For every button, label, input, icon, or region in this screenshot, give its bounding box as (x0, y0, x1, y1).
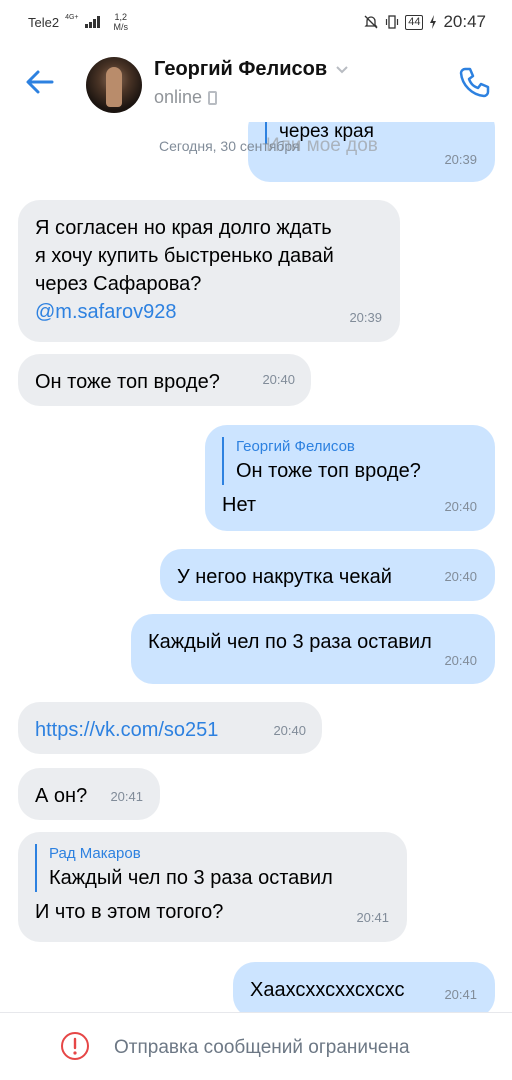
contact-name-text: Георгий Фелисов (154, 58, 328, 80)
restricted-bar: Отправка сообщений ограничена (0, 1012, 512, 1080)
chat-header: Георгий Фелисов online (0, 44, 512, 122)
status-right: 44 20:47 (363, 12, 486, 32)
reply-quote[interactable]: Рад Макаров Каждый чел по 3 раза оставил (35, 844, 390, 892)
message-time: 20:41 (356, 910, 389, 925)
message-text: Каждый чел по 3 раза оставил (148, 631, 432, 653)
message-text: Он тоже топ вроде? (35, 371, 220, 393)
back-arrow-icon[interactable] (22, 64, 58, 100)
message-text: я хочу купить быстренько давай (35, 245, 334, 267)
reply-author: Георгий Фелисов (236, 438, 355, 455)
contact-status-text: online (154, 87, 203, 107)
reply-text: Каждый чел по 3 раза оставил (49, 867, 333, 889)
message-time: 20:41 (444, 987, 477, 1002)
carrier-name: Tele2 (28, 14, 60, 30)
contact-name: Георгий Фелисов (154, 58, 349, 81)
message-time: 20:40 (273, 723, 306, 738)
net-speed-unit: M/s (113, 22, 129, 32)
message-text: Нет (222, 494, 257, 516)
message-time: 20:40 (444, 569, 477, 584)
message-bubble[interactable]: Я согласен но края долго ждать я хочу ку… (18, 200, 400, 342)
phone-icon[interactable] (456, 64, 492, 100)
message-text: И что в этом тогого? (35, 901, 224, 923)
message-bubble[interactable]: Он тоже топ вроде? 20:40 (18, 354, 311, 406)
message-bubble[interactable]: Хаахсххсххсхсхс 20:41 (233, 962, 495, 1012)
battery-level: 44 (405, 14, 424, 30)
network-type: 4G+ (65, 13, 79, 21)
reply-quote[interactable]: Георгий Фелисов Он тоже топ вроде? (222, 437, 478, 485)
status-bar: Tele2 4G+ 1,2 M/s 44 20:47 (0, 0, 512, 44)
message-list[interactable]: через края Или мое дов 20:39 Сегодня, 30… (0, 122, 512, 1012)
message-text: через Сафарова? (35, 273, 202, 295)
message-bubble[interactable]: У негоо накрутка чекай 20:40 (160, 549, 495, 601)
date-separator: Сегодня, 30 сентября (159, 138, 300, 154)
warning-icon (61, 1032, 89, 1060)
restricted-message: Отправка сообщений ограничена (114, 1037, 410, 1058)
message-time: 20:40 (444, 653, 477, 668)
message-time: 20:40 (262, 372, 295, 387)
signal-bars-icon (84, 16, 100, 28)
status-time: 20:47 (443, 12, 486, 31)
charging-icon (430, 15, 437, 29)
message-bubble[interactable]: https://vk.com/so251 20:40 (18, 702, 322, 754)
reply-text: Он тоже топ вроде? (236, 460, 421, 482)
avatar-figure (106, 67, 122, 107)
message-bubble[interactable]: Рад Макаров Каждый чел по 3 раза оставил… (18, 832, 407, 942)
vibrate-icon (386, 15, 399, 29)
message-time: 20:41 (110, 789, 143, 804)
message-bubble[interactable]: Георгий Фелисов Он тоже топ вроде? Нет 2… (205, 425, 495, 531)
message-time: 20:40 (444, 499, 477, 514)
message-link[interactable]: https://vk.com/so251 (35, 716, 305, 744)
mute-bell-icon (364, 15, 378, 29)
net-speed: 1,2 M/s (114, 12, 129, 32)
chevron-down-icon (336, 65, 348, 73)
message-text: Я согласен но края долго ждать (35, 217, 332, 239)
net-speed-value: 1,2 (114, 12, 128, 22)
reply-author: Рад Макаров (49, 845, 141, 862)
message-text: У негоо накрутка чекай (177, 566, 392, 588)
message-bubble[interactable]: Каждый чел по 3 раза оставил 20:40 (131, 614, 495, 684)
status-left: Tele2 4G+ 1,2 M/s (28, 12, 128, 32)
message-bubble[interactable]: А он? 20:41 (18, 768, 160, 820)
avatar[interactable] (86, 57, 142, 113)
message-time: 20:39 (349, 310, 382, 325)
contact-status: online (154, 87, 349, 108)
chat-title[interactable]: Георгий Фелисов online (154, 58, 349, 108)
mobile-device-icon (208, 90, 218, 105)
mention-link[interactable]: @m.safarov928 (35, 298, 383, 326)
